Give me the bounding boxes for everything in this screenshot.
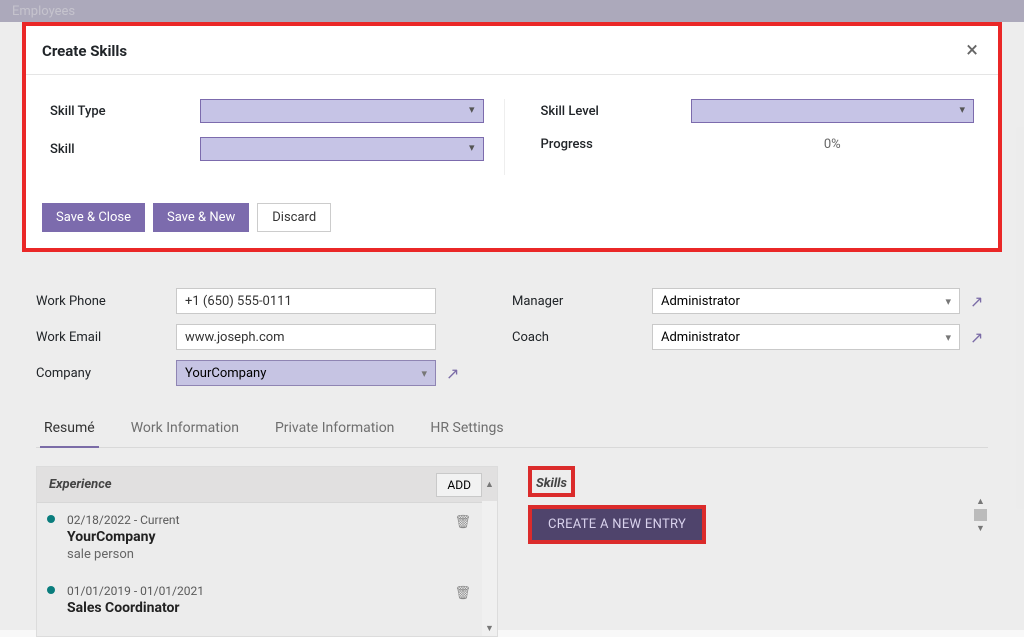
experience-item: 02/18/2022 - Current YourCompany sale pe… xyxy=(37,503,497,574)
experience-company: Sales Coordinator xyxy=(67,600,457,616)
external-link-icon[interactable]: ↗ xyxy=(446,364,464,383)
work-email-label: Work Email xyxy=(36,330,166,345)
work-phone-label: Work Phone xyxy=(36,294,166,309)
experience-panel: Experience ADD ▲ 02/18/2022 - Current Yo… xyxy=(36,466,498,637)
timeline-dot-icon xyxy=(47,586,55,594)
experience-company: YourCompany xyxy=(67,529,457,545)
create-new-entry-button[interactable]: CREATE A NEW ENTRY xyxy=(532,509,702,540)
trash-icon[interactable]: 🗑 xyxy=(454,515,471,530)
experience-date: 01/01/2019 - 01/01/2021 xyxy=(67,584,457,598)
experience-role: sale person xyxy=(67,547,457,562)
scroll-down-icon[interactable]: ▼ xyxy=(976,523,985,534)
tab-private-info[interactable]: Private Information xyxy=(271,410,398,447)
modal-title: Create Skills xyxy=(42,42,127,60)
coach-field[interactable]: Administrator xyxy=(652,324,960,350)
work-email-field[interactable] xyxy=(176,324,436,350)
skill-level-label: Skill Level xyxy=(541,104,691,119)
external-link-icon[interactable]: ↗ xyxy=(970,292,988,311)
progress-label: Progress xyxy=(541,137,691,152)
tab-hr-settings[interactable]: HR Settings xyxy=(426,410,507,447)
coach-label: Coach xyxy=(512,330,642,345)
scrollbar[interactable]: ▲ ▼ xyxy=(973,496,988,534)
scroll-thumb[interactable] xyxy=(974,509,987,521)
tabs: Resumé Work Information Private Informat… xyxy=(36,410,988,448)
skill-select[interactable] xyxy=(200,137,484,161)
tab-work-info[interactable]: Work Information xyxy=(127,410,243,447)
skill-type-select[interactable] xyxy=(200,99,484,123)
progress-value: 0% xyxy=(691,137,975,152)
timeline-dot-icon xyxy=(47,515,55,523)
create-skills-modal: Create Skills × Skill Type Skill Skill L… xyxy=(22,22,1002,252)
save-close-button[interactable]: Save & Close xyxy=(42,203,145,232)
trash-icon[interactable]: 🗑 xyxy=(454,586,471,601)
external-link-icon[interactable]: ↗ xyxy=(970,328,988,347)
scroll-up-icon[interactable]: ▲ xyxy=(976,496,985,507)
skills-title: Skills xyxy=(536,476,567,491)
manager-label: Manager xyxy=(512,294,642,309)
skills-panel: Skills CREATE A NEW ENTRY ▲ ▼ xyxy=(528,466,988,637)
add-experience-button[interactable]: ADD xyxy=(436,473,482,497)
highlight-box: CREATE A NEW ENTRY xyxy=(528,505,706,544)
manager-field[interactable]: Administrator xyxy=(652,288,960,314)
discard-button[interactable]: Discard xyxy=(257,203,331,232)
save-new-button[interactable]: Save & New xyxy=(153,203,249,232)
company-label: Company xyxy=(36,366,166,381)
work-phone-field[interactable] xyxy=(176,288,436,314)
scroll-up-icon[interactable]: ▲ xyxy=(482,479,497,490)
experience-date: 02/18/2022 - Current xyxy=(67,513,457,527)
skill-label: Skill xyxy=(50,142,200,157)
company-field[interactable]: YourCompany xyxy=(176,360,436,386)
close-icon[interactable]: × xyxy=(962,40,982,62)
scroll-down-icon[interactable]: ▼ xyxy=(485,623,494,634)
tab-resume[interactable]: Resumé xyxy=(40,410,99,448)
scrollbar[interactable]: ▼ xyxy=(482,501,497,636)
skill-type-label: Skill Type xyxy=(50,104,200,119)
highlight-box: Skills xyxy=(528,466,575,497)
experience-item: 01/01/2019 - 01/01/2021 Sales Coordinato… xyxy=(37,574,497,630)
skill-level-select[interactable] xyxy=(691,99,975,123)
experience-title: Experience xyxy=(37,467,124,502)
